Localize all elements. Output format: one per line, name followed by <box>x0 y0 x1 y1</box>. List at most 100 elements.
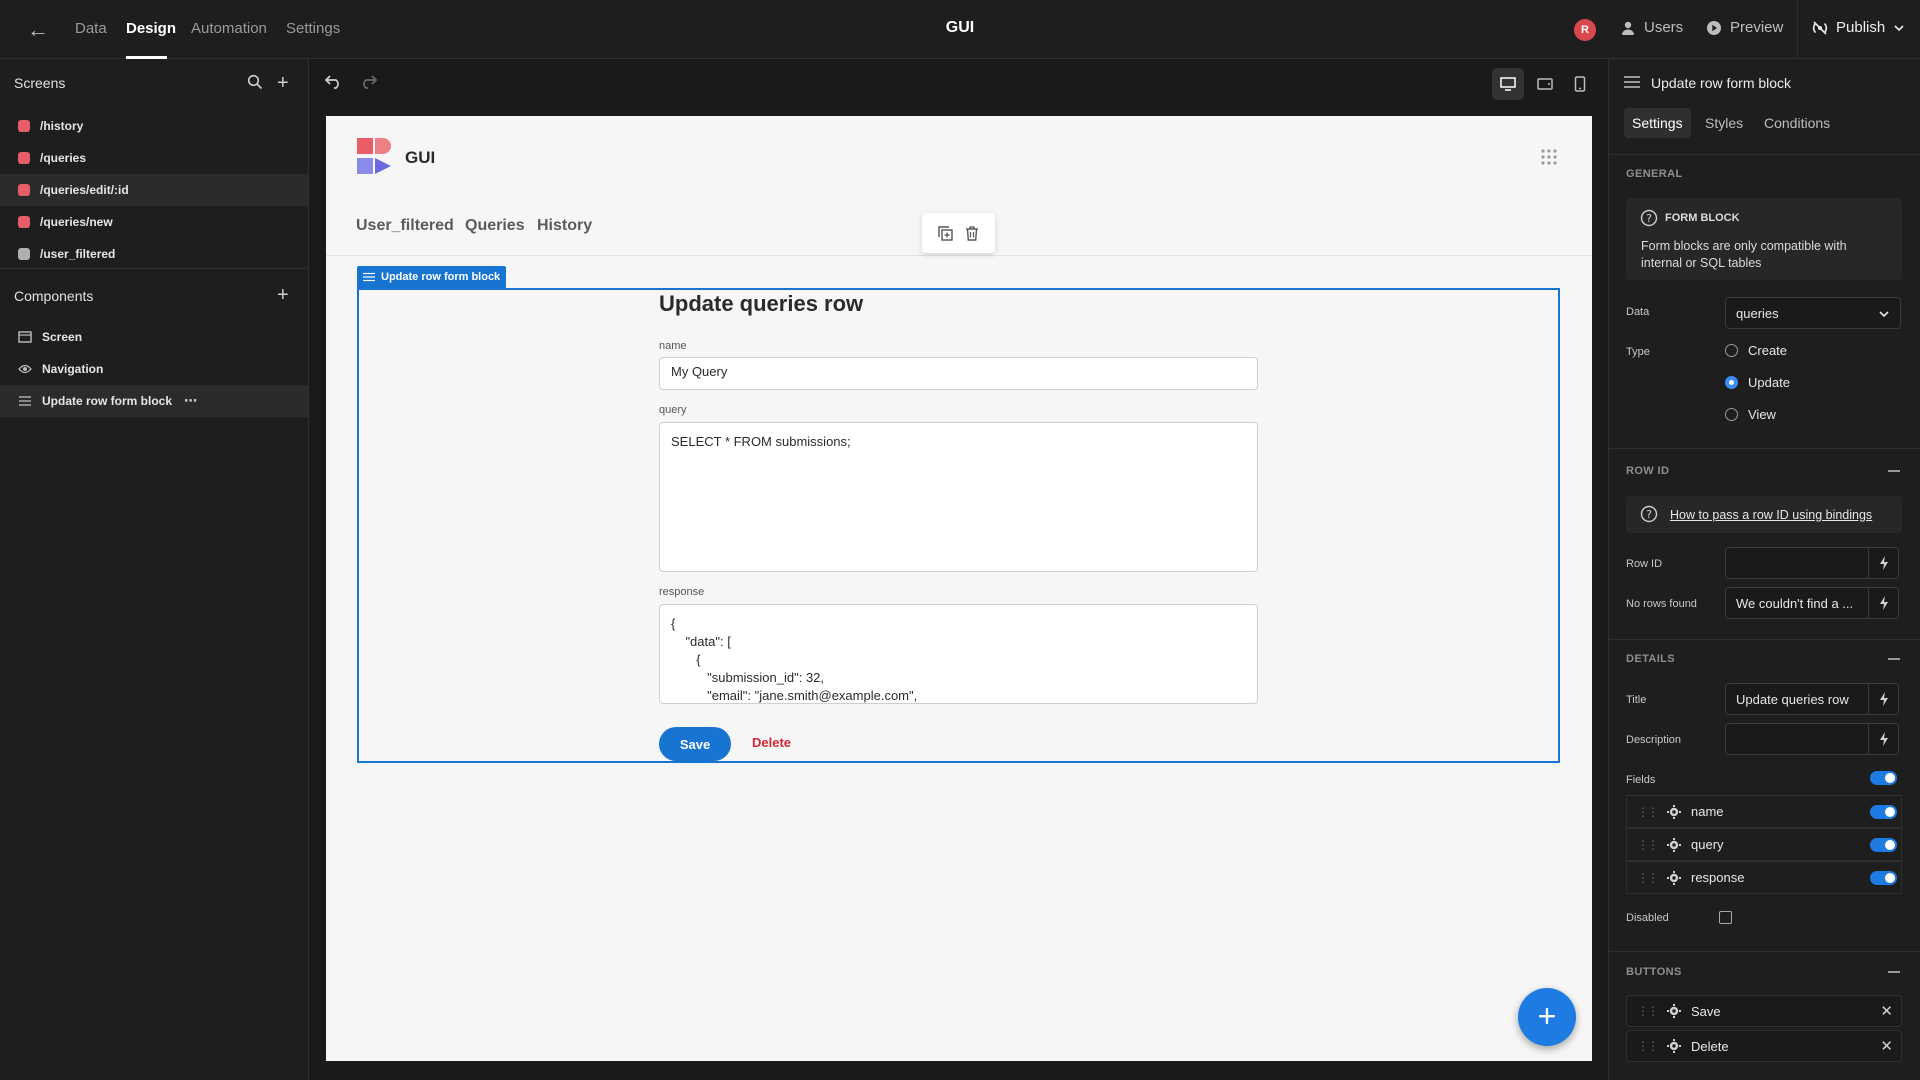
help-circle-icon: ? <box>1640 209 1658 232</box>
field-toggle[interactable] <box>1870 805 1897 819</box>
canvas-toolbar <box>310 59 1608 115</box>
data-label: Data <box>1626 306 1650 318</box>
screen-route: /queries/new <box>40 215 113 229</box>
redo-icon[interactable] <box>359 73 378 94</box>
mobile-view-icon[interactable] <box>1564 68 1596 100</box>
add-screen-icon[interactable]: + <box>277 72 289 95</box>
screen-color-icon <box>18 216 30 228</box>
grid-menu-icon[interactable] <box>1540 148 1558 171</box>
divider <box>0 268 308 269</box>
more-options-icon[interactable]: ⋯ <box>184 393 197 409</box>
close-icon[interactable]: ✕ <box>1880 1002 1893 1020</box>
collapse-icon[interactable] <box>1888 658 1900 660</box>
bolt-icon[interactable] <box>1868 683 1899 715</box>
disabled-checkbox[interactable] <box>1719 911 1732 924</box>
button-setting-row[interactable]: ⋮⋮ Save ✕ <box>1626 995 1902 1027</box>
divider <box>1797 0 1798 58</box>
gear-icon[interactable] <box>1667 870 1681 885</box>
trash-icon[interactable] <box>965 225 979 241</box>
bolt-icon[interactable] <box>1868 587 1899 619</box>
screen-item[interactable]: /queries/new <box>0 206 308 238</box>
field-setting-row[interactable]: ⋮⋮ query <box>1626 828 1902 861</box>
button-name: Delete <box>1691 1038 1729 1054</box>
preview-label: Preview <box>1730 19 1784 36</box>
collapse-icon[interactable] <box>1888 470 1900 472</box>
screen-icon <box>18 331 32 343</box>
tab-settings[interactable]: Settings <box>1624 108 1691 138</box>
screen-item[interactable]: /user_filtered <box>0 238 308 270</box>
type-option-update[interactable]: Update <box>1725 375 1790 390</box>
fields-toggle[interactable] <box>1870 771 1897 785</box>
row-id-label: Row ID <box>1626 558 1663 570</box>
tab-automation[interactable]: Automation <box>191 20 267 37</box>
nav-link-history[interactable]: History <box>537 217 592 235</box>
nav-link-queries[interactable]: Queries <box>465 217 525 235</box>
eye-icon <box>18 364 32 374</box>
name-input[interactable] <box>659 357 1258 390</box>
component-item-screen[interactable]: Screen <box>0 321 308 353</box>
response-textarea[interactable] <box>659 604 1258 704</box>
radio-selected-icon <box>1725 376 1738 389</box>
add-component-fab[interactable]: + <box>1518 988 1576 1046</box>
tablet-view-icon[interactable] <box>1529 68 1561 100</box>
divider <box>1608 951 1920 952</box>
app-title: GUI <box>945 19 975 36</box>
tab-settings[interactable]: Settings <box>286 20 340 37</box>
drag-handle-icon[interactable]: ⋮⋮ <box>1637 805 1659 819</box>
disabled-label: Disabled <box>1626 912 1669 924</box>
button-setting-row[interactable]: ⋮⋮ Delete ✕ <box>1626 1030 1902 1062</box>
tab-styles[interactable]: Styles <box>1697 108 1751 138</box>
screen-item[interactable]: /queries <box>0 142 308 174</box>
title-label: Title <box>1626 694 1647 706</box>
field-toggle[interactable] <box>1870 838 1897 852</box>
drag-handle-icon[interactable]: ⋮⋮ <box>1637 1004 1659 1018</box>
collapse-icon[interactable] <box>1888 971 1900 973</box>
avatar[interactable]: R <box>1574 19 1596 41</box>
field-setting-row[interactable]: ⋮⋮ response <box>1626 861 1902 894</box>
save-button[interactable]: Save <box>659 727 731 761</box>
field-setting-row[interactable]: ⋮⋮ name <box>1626 795 1902 828</box>
tab-conditions[interactable]: Conditions <box>1756 108 1838 138</box>
block-tag[interactable]: Update row form block <box>357 266 507 288</box>
field-toggle[interactable] <box>1870 871 1897 885</box>
duplicate-icon[interactable] <box>938 225 953 241</box>
desktop-view-icon[interactable] <box>1492 68 1524 100</box>
component-item-form-block[interactable]: Update row form block ⋯ <box>0 385 308 417</box>
close-icon[interactable]: ✕ <box>1880 1037 1893 1055</box>
screen-item-selected[interactable]: /queries/edit/:id <box>0 174 308 206</box>
search-icon[interactable] <box>247 74 263 95</box>
block-tag-label: Update row form block <box>381 271 501 283</box>
divider <box>326 255 1592 256</box>
preview-button[interactable]: Preview <box>1706 19 1783 36</box>
play-circle-icon <box>1707 20 1721 35</box>
users-button[interactable]: Users <box>1620 19 1683 36</box>
divider <box>1608 639 1920 640</box>
svg-text:?: ? <box>1646 212 1652 225</box>
component-item-navigation[interactable]: Navigation <box>0 353 308 385</box>
divider <box>1608 154 1920 155</box>
drag-handle-icon[interactable]: ⋮⋮ <box>1637 838 1659 852</box>
drag-handle-icon[interactable]: ⋮⋮ <box>1637 871 1659 885</box>
gear-icon[interactable] <box>1667 1039 1681 1053</box>
bolt-icon[interactable] <box>1868 723 1899 755</box>
bolt-icon[interactable] <box>1868 547 1899 579</box>
row-id-help-link[interactable]: How to pass a row ID using bindings <box>1670 508 1872 522</box>
tab-design[interactable]: Design <box>126 20 176 37</box>
add-component-icon[interactable]: + <box>277 284 289 307</box>
gear-icon[interactable] <box>1667 1004 1681 1018</box>
screen-item[interactable]: /history <box>0 110 308 142</box>
undo-icon[interactable] <box>324 73 343 94</box>
publish-button[interactable]: Publish <box>1812 19 1905 36</box>
gear-icon[interactable] <box>1667 804 1681 819</box>
type-option-view[interactable]: View <box>1725 407 1776 422</box>
delete-button[interactable]: Delete <box>752 735 791 750</box>
type-option-create[interactable]: Create <box>1725 343 1787 358</box>
gear-icon[interactable] <box>1667 837 1681 852</box>
section-row-id: ROW ID <box>1626 465 1670 477</box>
back-arrow-icon[interactable]: ← <box>26 18 50 42</box>
data-select[interactable]: queries <box>1725 297 1901 329</box>
nav-link-user-filtered[interactable]: User_filtered <box>356 217 454 235</box>
tab-data[interactable]: Data <box>75 20 107 37</box>
query-textarea[interactable] <box>659 422 1258 572</box>
drag-handle-icon[interactable]: ⋮⋮ <box>1637 1039 1659 1053</box>
